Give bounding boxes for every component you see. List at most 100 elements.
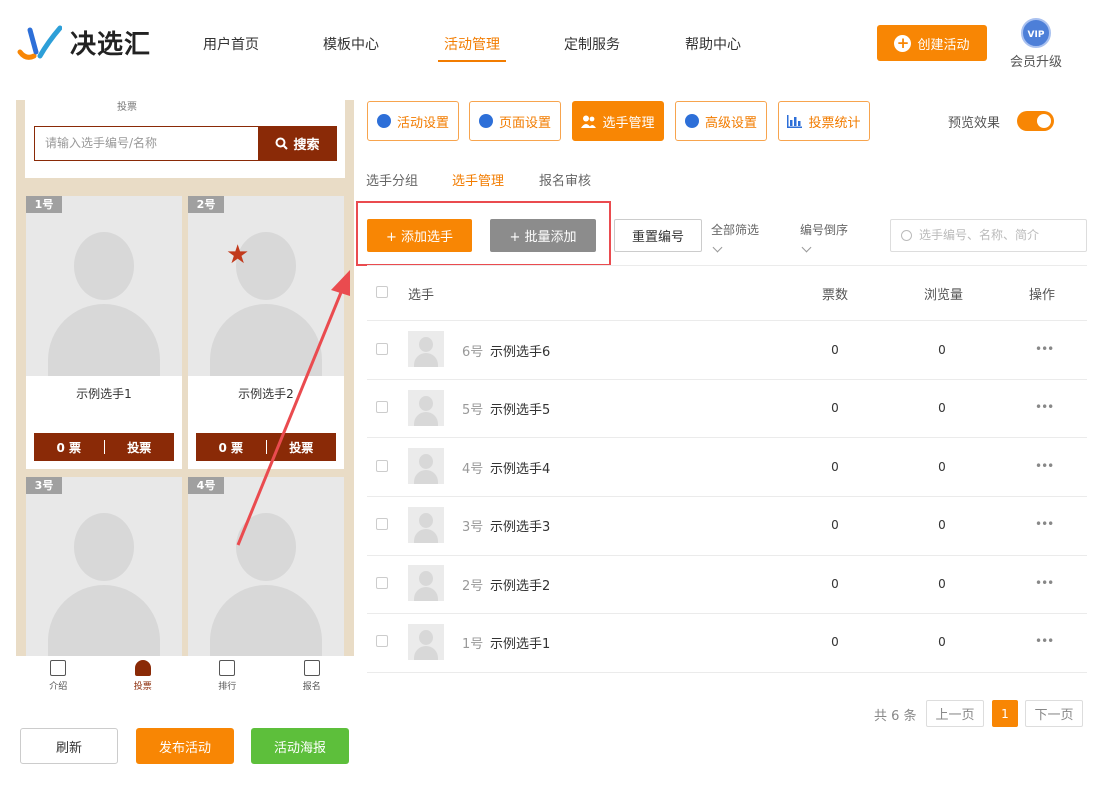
preview-search-label: 搜索 — [293, 138, 320, 153]
add-player-button[interactable]: + 添加选手 — [367, 219, 472, 252]
row-divider — [367, 437, 1087, 438]
player-number: 4号 — [462, 462, 484, 477]
header-ops: 操作 — [1029, 288, 1056, 303]
vote-stats-label: 投票统计 — [808, 115, 861, 131]
player-card[interactable]: 3号 — [26, 477, 182, 656]
view-count: 0 — [938, 635, 946, 649]
mobile-preview: 投票 请输入选手编号/名称 搜索 1号 示例选手1 0 票 投票 ★ 2号 示例… — [16, 100, 354, 656]
menu-custom-service[interactable]: 定制服务 — [564, 34, 620, 54]
preview-search-button[interactable]: 搜索 — [258, 126, 337, 161]
preview-search-input[interactable]: 请输入选手编号/名称 — [34, 126, 258, 161]
view-count: 0 — [938, 343, 946, 357]
menu-home[interactable]: 用户首页 — [203, 34, 259, 54]
row-checkbox[interactable] — [376, 401, 388, 413]
row-checkbox[interactable] — [376, 577, 388, 589]
preview-toggle[interactable] — [1017, 111, 1054, 131]
player-thumbnail — [408, 624, 444, 660]
row-divider — [367, 496, 1087, 497]
vote-button[interactable]: 0 票 投票 — [34, 433, 174, 461]
view-count: 0 — [938, 401, 946, 415]
brand-name: 决选汇 — [70, 29, 152, 60]
row-divider — [367, 613, 1087, 614]
player-avatar — [188, 477, 344, 656]
activity-settings-button[interactable]: 活动设置 — [367, 101, 459, 141]
preview-top-text: 投票 — [117, 102, 137, 113]
logo-mark-icon — [16, 22, 63, 62]
menu-activity-management[interactable]: 活动管理 — [444, 34, 500, 54]
chevron-down-icon — [712, 242, 723, 253]
refresh-button[interactable]: 刷新 — [20, 728, 118, 764]
chevron-down-icon — [801, 242, 812, 253]
row-checkbox[interactable] — [376, 635, 388, 647]
table-divider — [367, 265, 1087, 266]
star-icon: ★ — [226, 240, 250, 270]
vip-upgrade-label: 会员升级 — [1009, 55, 1062, 70]
prev-page-button[interactable]: 上一页 — [926, 700, 984, 727]
poster-button[interactable]: 活动海报 — [251, 728, 349, 764]
vote-count: 0 票 — [56, 440, 82, 455]
sort-dropdown[interactable]: 编号倒序 — [800, 221, 849, 253]
row-checkbox[interactable] — [376, 460, 388, 472]
menu-templates[interactable]: 模板中心 — [323, 34, 379, 54]
next-page-button[interactable]: 下一页 — [1025, 700, 1083, 727]
tab-ranking[interactable]: 排行 — [185, 656, 270, 700]
player-card[interactable]: 4号 — [188, 477, 344, 656]
player-thumbnail — [408, 565, 444, 601]
create-activity-label: 创建活动 — [917, 37, 970, 53]
page-settings-button[interactable]: 页面设置 — [469, 101, 561, 141]
vote-label: 投票 — [289, 440, 314, 455]
document-icon — [50, 660, 67, 676]
preview-toggle-label: 预览效果 — [948, 116, 1001, 131]
player-card[interactable]: 1号 示例选手1 0 票 投票 — [26, 196, 182, 469]
more-icon[interactable]: ••• — [1035, 576, 1054, 590]
tab-ranking-label: 排行 — [218, 682, 237, 692]
player-number: 6号 — [462, 345, 484, 360]
more-icon[interactable]: ••• — [1035, 400, 1054, 414]
vote-button[interactable]: 0 票 投票 — [196, 433, 336, 461]
header-views: 浏览量 — [924, 288, 964, 303]
tab-vote[interactable]: 投票 — [101, 656, 186, 700]
player-name: 示例选手2 — [238, 387, 294, 401]
player-thumbnail — [408, 331, 444, 367]
more-icon[interactable]: ••• — [1035, 517, 1054, 531]
tab-signup-review[interactable]: 报名审核 — [539, 170, 591, 189]
batch-add-button[interactable]: + 批量添加 — [490, 219, 596, 252]
vote-count: 0 — [831, 635, 839, 649]
gear-icon — [478, 114, 493, 128]
vote-stats-button[interactable]: 投票统计 — [778, 101, 870, 141]
tab-signup-label: 报名 — [302, 682, 321, 692]
tab-player-groups[interactable]: 选手分组 — [366, 170, 418, 189]
vote-count: 0 — [831, 577, 839, 591]
bar-chart-icon — [787, 114, 803, 128]
person-icon — [134, 660, 151, 676]
vote-count: 0 — [831, 460, 839, 474]
player-search-input[interactable]: 选手编号、名称、简介 — [890, 219, 1087, 252]
vip-upgrade[interactable]: VIP 会员升级 — [1008, 18, 1064, 70]
player-search-placeholder: 选手编号、名称、简介 — [919, 228, 1040, 242]
header-votes: 票数 — [822, 288, 849, 303]
row-checkbox[interactable] — [376, 518, 388, 530]
tab-intro[interactable]: 介绍 — [16, 656, 101, 700]
advanced-settings-button[interactable]: 高级设置 — [675, 101, 767, 141]
player-card[interactable]: ★ 2号 示例选手2 0 票 投票 — [188, 196, 344, 469]
create-activity-button[interactable]: + 创建活动 — [877, 25, 987, 61]
more-icon[interactable]: ••• — [1035, 342, 1054, 356]
view-count: 0 — [938, 577, 946, 591]
filter-dropdown[interactable]: 全部筛选 — [711, 221, 759, 253]
sort-label: 编号倒序 — [800, 223, 849, 237]
more-icon[interactable]: ••• — [1035, 459, 1054, 473]
tab-signup[interactable]: 报名 — [270, 656, 355, 700]
row-checkbox[interactable] — [376, 343, 388, 355]
publish-button[interactable]: 发布活动 — [136, 728, 234, 764]
select-all-checkbox[interactable] — [376, 286, 388, 298]
search-icon — [275, 137, 289, 150]
menu-help[interactable]: 帮助中心 — [685, 34, 741, 54]
page-1-button[interactable]: 1 — [992, 700, 1018, 727]
reset-numbers-button[interactable]: 重置编号 — [614, 219, 702, 252]
vote-count: 0 — [831, 401, 839, 415]
brand-logo[interactable]: 决选汇 — [16, 22, 151, 62]
search-icon — [901, 230, 912, 241]
player-management-button[interactable]: 选手管理 — [572, 101, 664, 141]
more-icon[interactable]: ••• — [1035, 634, 1054, 648]
tab-player-management[interactable]: 选手管理 — [452, 170, 504, 189]
